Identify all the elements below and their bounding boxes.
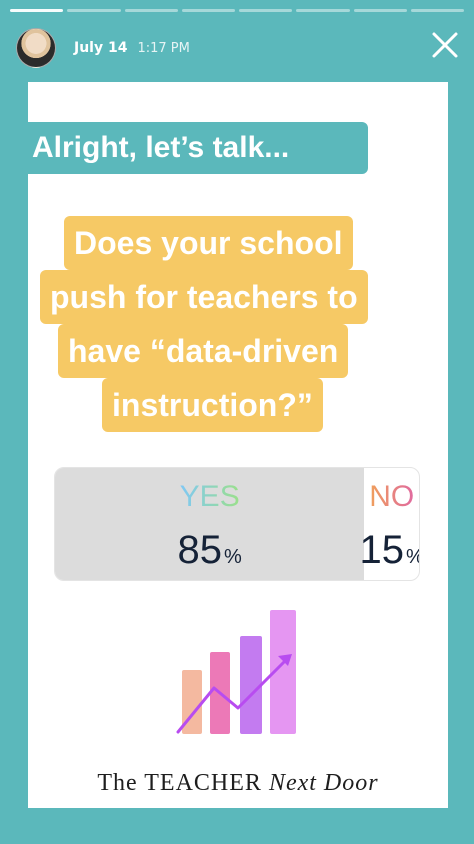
poll-option-yes[interactable]: YES 85% (55, 468, 364, 580)
progress-segment (124, 9, 178, 12)
poll-option-label: NO (369, 480, 415, 513)
poll-percent-value: 15 (359, 528, 405, 572)
brand-logo: The TEACHER Next Door (28, 770, 448, 797)
poll-percent-value: 85 (177, 528, 223, 572)
progress-segment (239, 9, 293, 12)
question-line: Does your school (64, 216, 353, 270)
story-date: July 14 (74, 40, 128, 56)
poll-question: Does your school push for teachers to ha… (40, 216, 440, 432)
avatar[interactable] (16, 28, 56, 68)
progress-segment (410, 9, 464, 12)
progress-segment (296, 9, 350, 12)
poll-option-percent: 15% (359, 528, 419, 573)
intro-tag: Alright, let’s talk... (22, 122, 368, 174)
story-header: July 14 1:17 PM (16, 28, 458, 68)
poll-option-no[interactable]: NO 15% (360, 468, 419, 580)
bar-chart-graphic (170, 600, 310, 740)
close-icon[interactable] (430, 30, 460, 60)
progress-segment (10, 9, 64, 12)
poll-sticker[interactable]: YES 85% NO 15% (54, 467, 420, 581)
progress-segment (67, 9, 121, 12)
story-meta: July 14 1:17 PM (74, 40, 190, 56)
question-line: push for teachers to (40, 270, 368, 324)
question-line: have “data-driven (58, 324, 349, 378)
progress-segment (353, 9, 407, 12)
progress-segment (181, 9, 235, 12)
brand-script-text: Next Door (268, 770, 379, 796)
poll-percent-sign: % (406, 546, 419, 569)
question-line: instruction?” (102, 378, 323, 432)
poll-percent-sign: % (224, 546, 242, 568)
poll-option-label: YES (179, 480, 240, 513)
story-progress (10, 9, 464, 12)
story-time: 1:17 PM (137, 40, 190, 56)
brand-text: The TEACHER (97, 770, 262, 796)
poll-option-percent: 85% (178, 528, 242, 573)
